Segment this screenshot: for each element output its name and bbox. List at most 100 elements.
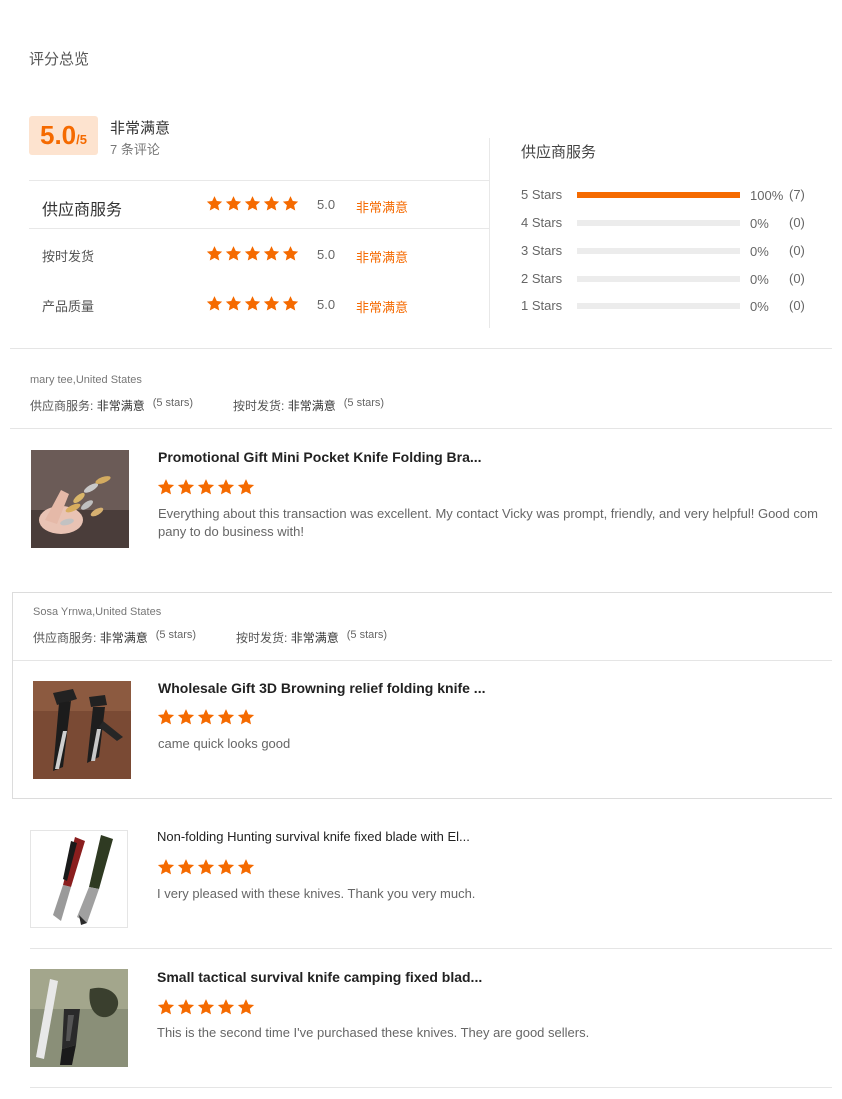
- product-thumbnail[interactable]: [31, 450, 129, 548]
- tag-label: 供应商服务:: [33, 631, 97, 645]
- product-thumbnail[interactable]: [30, 969, 128, 1067]
- tag-value: 非常满意: [96, 399, 145, 413]
- distribution-bar-track: [577, 276, 740, 282]
- distribution-row[interactable]: 4 Stars 0% (0): [521, 215, 821, 231]
- star-icon: [157, 708, 175, 726]
- review-comment: I very pleased with these knives. Thank …: [157, 886, 476, 901]
- distribution-label: 5 Stars: [521, 187, 563, 202]
- review-divider: [30, 948, 832, 949]
- tag-stars: (5 stars): [343, 397, 385, 409]
- star-icon: [217, 478, 235, 496]
- star-icon: [177, 858, 195, 876]
- star-icon: [217, 858, 235, 876]
- summary-row-rating-text: 非常满意: [356, 300, 409, 315]
- reviewer-name: Sosa Yrnwa,United States: [33, 606, 162, 618]
- review-count: 7 条评论: [110, 142, 160, 157]
- distribution-percent: 0%: [750, 216, 769, 231]
- product-image: [30, 969, 128, 1067]
- overall-score: 5.0: [40, 120, 77, 150]
- distribution-label: 4 Stars: [521, 215, 563, 230]
- review-tags: 供应商服务: 非常满意 (5 stars) 按时发货: 非常满意 (5 star…: [30, 397, 384, 414]
- star-icon: [237, 858, 255, 876]
- summary-divider: [489, 138, 490, 328]
- distribution-row[interactable]: 2 Stars 0% (0): [521, 271, 821, 287]
- product-image: [33, 681, 131, 779]
- star-icon: [197, 478, 215, 496]
- review-stars: [157, 858, 255, 876]
- review-comment: Everything about this transaction was ex…: [158, 506, 818, 539]
- distribution-label: 2 Stars: [521, 271, 563, 286]
- star-icon: [197, 858, 215, 876]
- summary-row-stars: [206, 195, 299, 212]
- distribution-percent: 100%: [750, 188, 784, 203]
- summary-row-rating-text: 非常满意: [356, 200, 409, 215]
- review-comment: This is the second time I've purchased t…: [157, 1025, 590, 1040]
- distribution-row[interactable]: 3 Stars 0% (0): [521, 243, 821, 259]
- distribution-row[interactable]: 1 Stars 0% (0): [521, 298, 821, 314]
- star-icon: [263, 195, 280, 212]
- product-title-link[interactable]: Small tactical survival knife camping fi…: [157, 969, 482, 985]
- summary-row-label: 供应商服务: [42, 202, 123, 219]
- star-icon: [217, 998, 235, 1016]
- product-title-link[interactable]: Non-folding Hunting survival knife fixed…: [157, 829, 470, 844]
- distribution-count: (0): [789, 215, 805, 230]
- star-icon: [282, 295, 299, 312]
- distribution-label: 3 Stars: [521, 243, 563, 258]
- tag-value: 非常满意: [99, 631, 148, 645]
- star-icon: [197, 708, 215, 726]
- star-icon: [244, 295, 261, 312]
- distribution-percent: 0%: [750, 244, 769, 259]
- review-stars: [157, 708, 255, 726]
- distribution-percent: 0%: [750, 272, 769, 287]
- star-icon: [157, 998, 175, 1016]
- product-title-link[interactable]: Promotional Gift Mini Pocket Knife Foldi…: [158, 449, 482, 465]
- star-icon: [217, 708, 235, 726]
- distribution-row[interactable]: 5 Stars 100% (7): [521, 187, 821, 203]
- distribution-percent: 0%: [750, 299, 769, 314]
- tag-value: 非常满意: [290, 631, 339, 645]
- tag-stars: (5 stars): [346, 629, 388, 641]
- summary-row-score: 5.0: [317, 197, 336, 212]
- star-icon: [237, 998, 255, 1016]
- product-thumbnail[interactable]: [30, 830, 128, 928]
- review-divider: [30, 1087, 832, 1088]
- page-title: 评分总览: [29, 51, 90, 68]
- product-title-link[interactable]: Wholesale Gift 3D Browning relief foldin…: [158, 680, 485, 696]
- overall-score-badge: 5.0 /5: [29, 116, 98, 155]
- distribution-bar-fill: [577, 192, 740, 198]
- star-icon: [263, 295, 280, 312]
- product-thumbnail[interactable]: [33, 681, 131, 779]
- star-icon: [206, 245, 223, 262]
- distribution-bar-track: [577, 248, 740, 254]
- tag-stars: (5 stars): [155, 629, 197, 641]
- star-icon: [263, 245, 280, 262]
- review-divider: [13, 660, 832, 661]
- star-icon: [206, 295, 223, 312]
- review-stars: [157, 998, 255, 1016]
- product-image: [31, 450, 129, 548]
- summary-row-stars: [206, 245, 299, 262]
- tag-label: 按时发货:: [233, 399, 285, 413]
- reviewer-name: mary tee,United States: [30, 374, 142, 386]
- summary-row-rating-text: 非常满意: [356, 250, 409, 265]
- section-divider: [10, 348, 832, 349]
- distribution-bar-track: [577, 192, 740, 198]
- star-icon: [244, 195, 261, 212]
- star-icon: [225, 195, 242, 212]
- overall-score-label: 非常满意: [110, 120, 171, 137]
- star-icon: [157, 478, 175, 496]
- star-icon: [225, 295, 242, 312]
- summary-row-score: 5.0: [317, 297, 336, 312]
- tag-label: 供应商服务:: [30, 399, 94, 413]
- star-icon: [197, 998, 215, 1016]
- product-image: [31, 831, 127, 927]
- review-divider: [10, 428, 832, 429]
- distribution-label: 1 Stars: [521, 298, 563, 313]
- star-icon: [177, 998, 195, 1016]
- star-icon: [237, 708, 255, 726]
- review-stars: [157, 478, 255, 496]
- star-icon: [244, 245, 261, 262]
- summary-row-label: 产品质量: [42, 299, 95, 314]
- distribution-count: (0): [789, 271, 805, 286]
- star-icon: [206, 195, 223, 212]
